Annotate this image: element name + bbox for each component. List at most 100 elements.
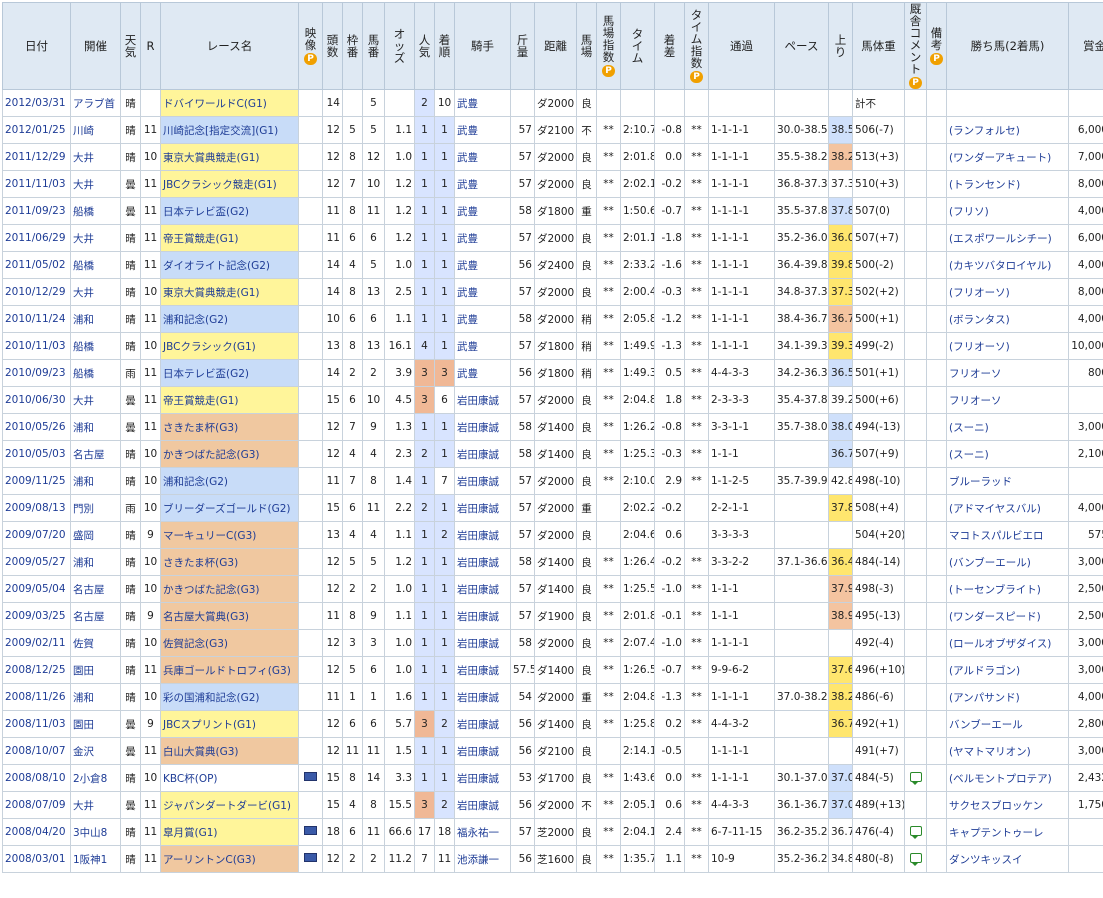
cell-race-name[interactable]: JBCクラシック競走(G1) xyxy=(160,170,299,198)
cell-date[interactable]: 2008/11/26 xyxy=(2,683,71,711)
cell-race-name[interactable]: 白山大賞典(G3) xyxy=(160,737,299,765)
cell-date[interactable]: 2011/05/02 xyxy=(2,251,71,279)
cell-venue[interactable]: 浦和 xyxy=(70,305,121,333)
cell-jockey[interactable]: 武豊 xyxy=(454,332,511,360)
cell-race-name[interactable]: JBCスプリント(G1) xyxy=(160,710,299,738)
cell-venue[interactable]: 浦和 xyxy=(70,548,121,576)
cell-winner[interactable] xyxy=(946,89,1069,117)
video-icon[interactable] xyxy=(304,853,317,862)
cell-winner[interactable]: (トーセンブライト) xyxy=(946,575,1069,603)
cell-venue[interactable]: 浦和 xyxy=(70,413,121,441)
cell-jockey[interactable]: 武豊 xyxy=(454,170,511,198)
cell-winner[interactable]: フリオーソ xyxy=(946,386,1069,414)
cell-jockey[interactable]: 岩田康誠 xyxy=(454,548,511,576)
cell-jockey[interactable]: 岩田康誠 xyxy=(454,467,511,495)
cell-race-name[interactable]: マーキュリーC(G3) xyxy=(160,521,299,549)
cell-venue[interactable]: 船橋 xyxy=(70,359,121,387)
cell-venue[interactable]: 船橋 xyxy=(70,332,121,360)
cell-jockey[interactable]: 岩田康誠 xyxy=(454,791,511,819)
cell-jockey[interactable]: 武豊 xyxy=(454,305,511,333)
cell-winner[interactable]: (スーニ) xyxy=(946,413,1069,441)
cell-winner[interactable]: サクセスブロッケン xyxy=(946,791,1069,819)
cell-winner[interactable]: (アドマイヤスバル) xyxy=(946,494,1069,522)
cell-race-name[interactable]: ブリーダーズゴールド(G2) xyxy=(160,494,299,522)
cell-date[interactable]: 2008/04/20 xyxy=(2,818,71,846)
cell-race-name[interactable]: 東京大賞典競走(G1) xyxy=(160,143,299,171)
cell-date[interactable]: 2010/09/23 xyxy=(2,359,71,387)
cell-date[interactable]: 2009/03/25 xyxy=(2,602,71,630)
cell-winner[interactable]: キャプテントゥーレ xyxy=(946,818,1069,846)
cell-stable-comment[interactable] xyxy=(904,764,927,792)
cell-jockey[interactable]: 武豊 xyxy=(454,197,511,225)
cell-venue[interactable]: 大井 xyxy=(70,278,121,306)
cell-date[interactable]: 2012/03/31 xyxy=(2,89,71,117)
cell-race-name[interactable]: さきたま杯(G3) xyxy=(160,548,299,576)
video-icon[interactable] xyxy=(304,826,317,835)
cell-date[interactable]: 2009/11/25 xyxy=(2,467,71,495)
cell-jockey[interactable]: 岩田康誠 xyxy=(454,386,511,414)
cell-date[interactable]: 2010/05/26 xyxy=(2,413,71,441)
cell-venue[interactable]: 大井 xyxy=(70,170,121,198)
cell-jockey[interactable]: 岩田康誠 xyxy=(454,764,511,792)
cell-jockey[interactable]: 岩田康誠 xyxy=(454,494,511,522)
cell-date[interactable]: 2010/12/29 xyxy=(2,278,71,306)
cell-jockey[interactable]: 岩田康誠 xyxy=(454,413,511,441)
cell-venue[interactable]: アラブ首 xyxy=(70,89,121,117)
cell-video[interactable] xyxy=(298,764,323,792)
cell-venue[interactable]: 浦和 xyxy=(70,467,121,495)
cell-race-name[interactable]: さきたま杯(G3) xyxy=(160,413,299,441)
cell-date[interactable]: 2011/06/29 xyxy=(2,224,71,252)
cell-video[interactable] xyxy=(298,818,323,846)
cell-race-name[interactable]: ドバイワールドC(G1) xyxy=(160,89,299,117)
cell-jockey[interactable]: 岩田康誠 xyxy=(454,440,511,468)
cell-winner[interactable]: (カキツバタロイヤル) xyxy=(946,251,1069,279)
cell-race-name[interactable]: 東京大賞典競走(G1) xyxy=(160,278,299,306)
cell-race-name[interactable]: 皐月賞(G1) xyxy=(160,818,299,846)
cell-race-name[interactable]: 彩の国浦和記念(G2) xyxy=(160,683,299,711)
cell-venue[interactable]: 浦和 xyxy=(70,683,121,711)
cell-date[interactable]: 2009/02/11 xyxy=(2,629,71,657)
comment-icon[interactable] xyxy=(909,852,922,866)
cell-jockey[interactable]: 岩田康誠 xyxy=(454,656,511,684)
cell-date[interactable]: 2011/11/03 xyxy=(2,170,71,198)
cell-venue[interactable]: 門別 xyxy=(70,494,121,522)
cell-winner[interactable]: (フリオーソ) xyxy=(946,278,1069,306)
cell-race-name[interactable]: 名古屋大賞典(G3) xyxy=(160,602,299,630)
cell-date[interactable]: 2009/05/27 xyxy=(2,548,71,576)
cell-winner[interactable]: (トランセンド) xyxy=(946,170,1069,198)
cell-venue[interactable]: 船橋 xyxy=(70,251,121,279)
cell-race-name[interactable]: ダイオライト記念(G2) xyxy=(160,251,299,279)
cell-winner[interactable]: マコトスパルビエロ xyxy=(946,521,1069,549)
cell-jockey[interactable]: 武豊 xyxy=(454,359,511,387)
cell-venue[interactable]: 船橋 xyxy=(70,197,121,225)
cell-race-name[interactable]: かきつばた記念(G3) xyxy=(160,440,299,468)
cell-jockey[interactable]: 武豊 xyxy=(454,143,511,171)
cell-race-name[interactable]: 浦和記念(G2) xyxy=(160,305,299,333)
cell-jockey[interactable]: 武豊 xyxy=(454,89,511,117)
cell-race-name[interactable]: JBCクラシック(G1) xyxy=(160,332,299,360)
cell-venue[interactable]: 大井 xyxy=(70,791,121,819)
cell-winner[interactable]: (アンパサンド) xyxy=(946,683,1069,711)
cell-winner[interactable]: (ワンダースピード) xyxy=(946,602,1069,630)
comment-icon[interactable] xyxy=(909,825,922,839)
cell-venue[interactable]: 園田 xyxy=(70,710,121,738)
cell-date[interactable]: 2011/12/29 xyxy=(2,143,71,171)
cell-race-name[interactable]: KBC杯(OP) xyxy=(160,764,299,792)
cell-winner[interactable]: (ボランタス) xyxy=(946,305,1069,333)
cell-winner[interactable]: (エスポワールシチー) xyxy=(946,224,1069,252)
cell-venue[interactable]: 大井 xyxy=(70,224,121,252)
cell-race-name[interactable]: 浦和記念(G2) xyxy=(160,467,299,495)
cell-date[interactable]: 2010/06/30 xyxy=(2,386,71,414)
cell-winner[interactable]: (フリオーソ) xyxy=(946,332,1069,360)
cell-date[interactable]: 2008/12/25 xyxy=(2,656,71,684)
cell-winner[interactable]: フリオーソ xyxy=(946,359,1069,387)
cell-jockey[interactable]: 池添謙一 xyxy=(454,845,511,873)
cell-venue[interactable]: 1阪神1 xyxy=(70,845,121,873)
cell-video[interactable] xyxy=(298,845,323,873)
cell-date[interactable]: 2010/11/03 xyxy=(2,332,71,360)
cell-date[interactable]: 2010/05/03 xyxy=(2,440,71,468)
cell-venue[interactable]: 名古屋 xyxy=(70,602,121,630)
cell-winner[interactable]: バンブーエール xyxy=(946,710,1069,738)
cell-date[interactable]: 2008/03/01 xyxy=(2,845,71,873)
cell-winner[interactable]: (アルドラゴン) xyxy=(946,656,1069,684)
